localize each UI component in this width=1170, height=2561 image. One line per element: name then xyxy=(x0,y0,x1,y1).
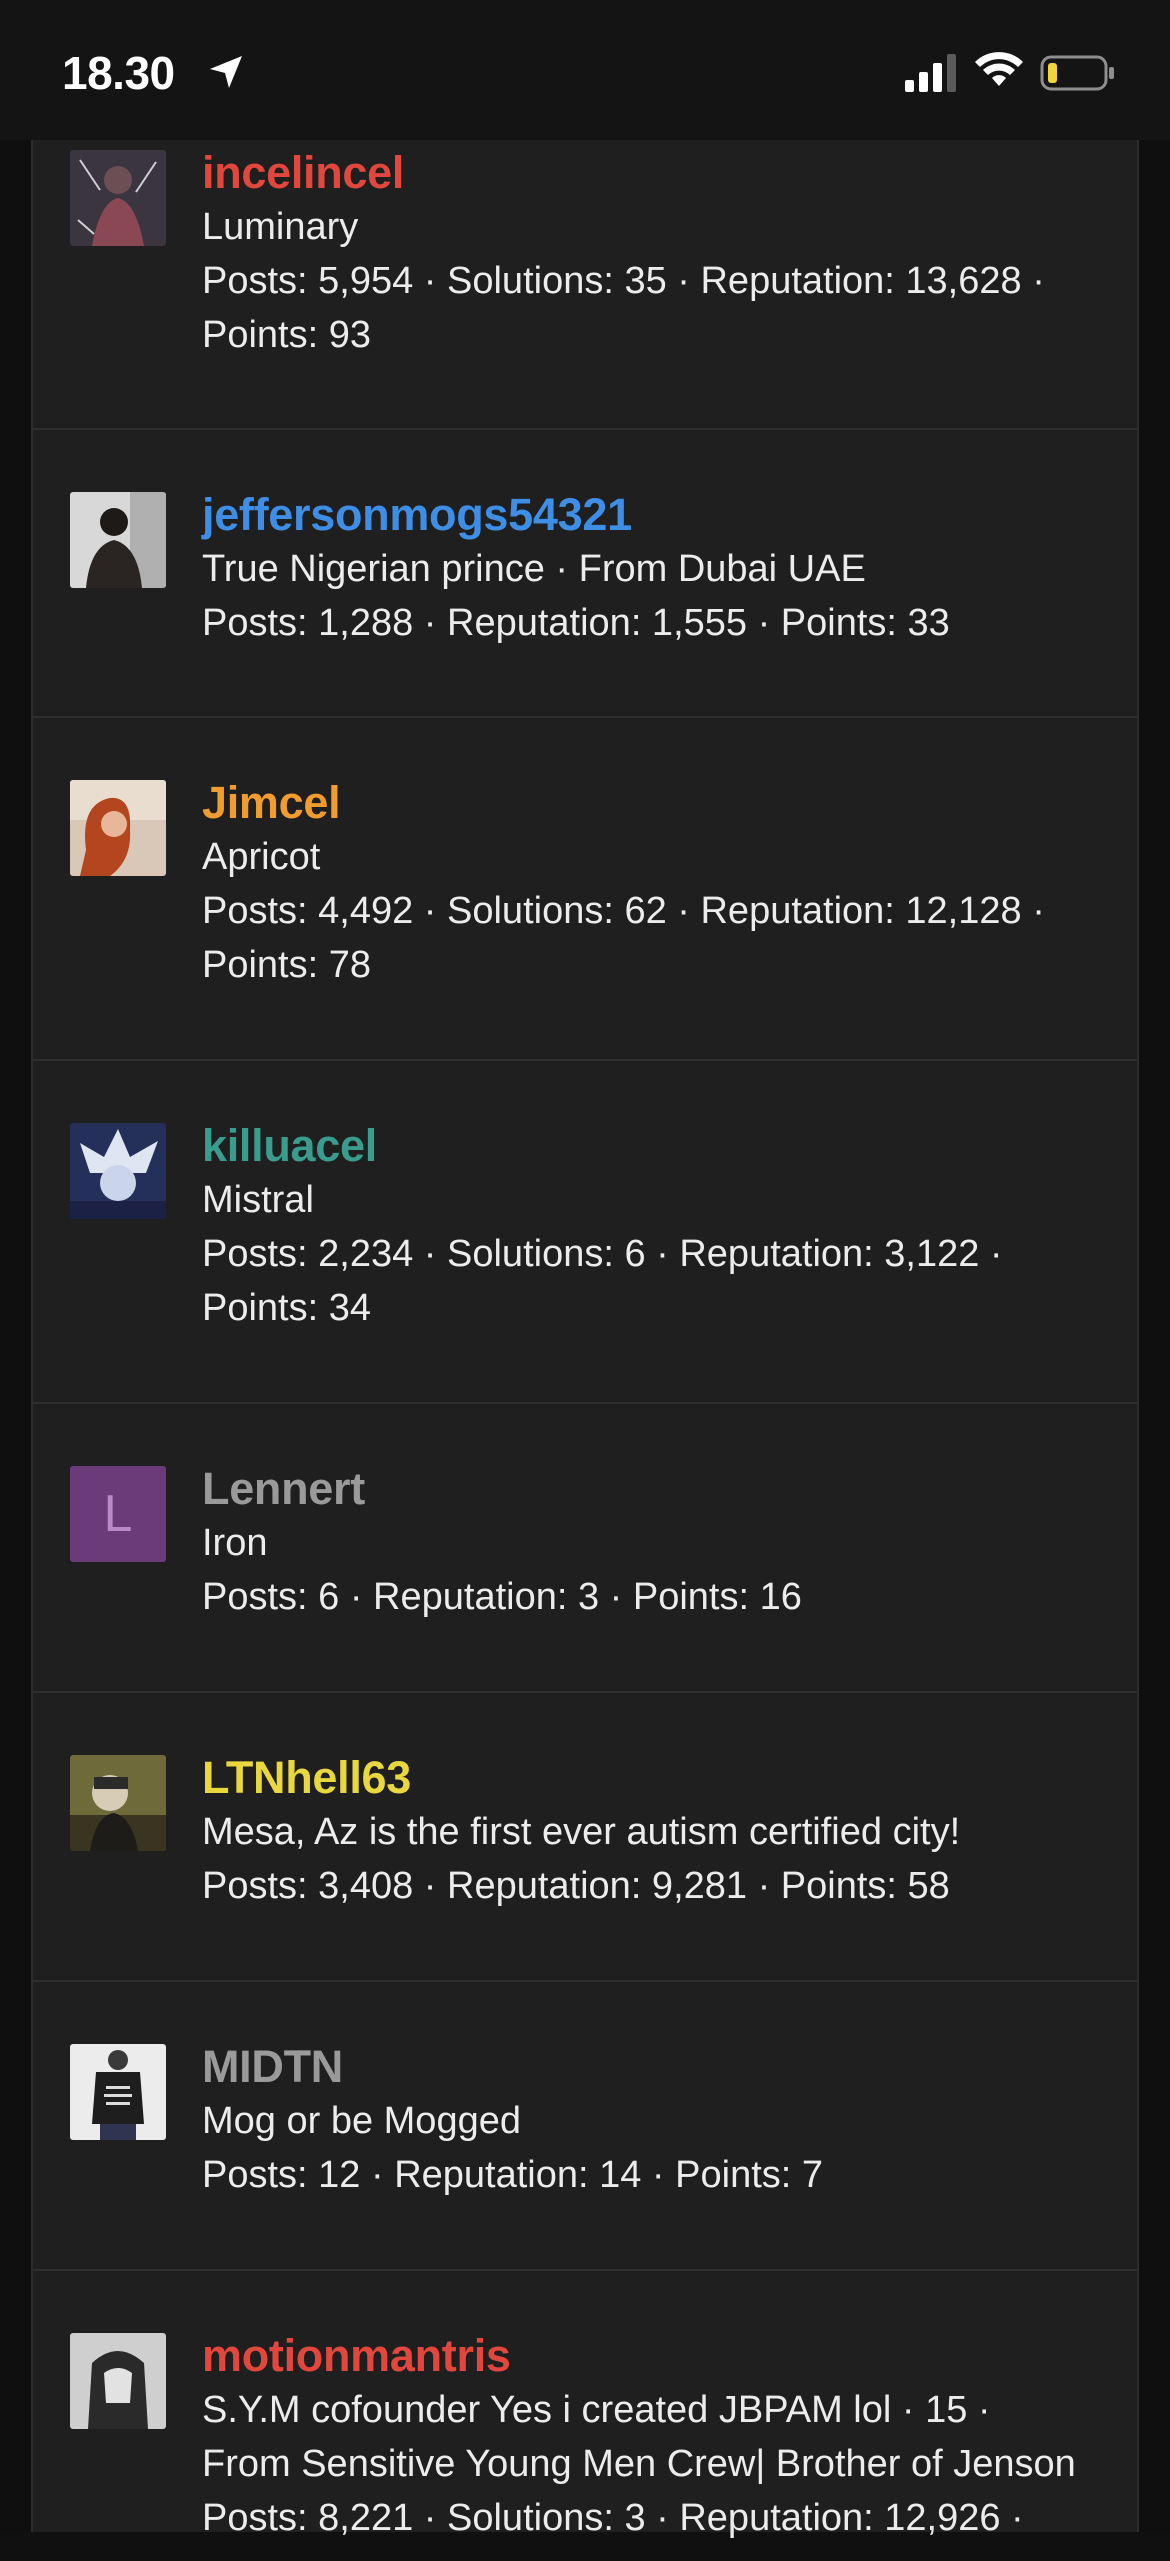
avatar[interactable] xyxy=(70,1755,166,1851)
member-stats: Posts: 2,234 · Solutions: 6 · Reputation… xyxy=(202,1233,1003,1275)
member-username[interactable]: Lennert xyxy=(202,1462,1107,1516)
member-username[interactable]: motionmantris xyxy=(202,2329,1107,2383)
member-row: incelincel Luminary Posts: 5,954 · Solut… xyxy=(33,140,1137,430)
avatar[interactable] xyxy=(70,2044,166,2140)
member-stats: Posts: 3,408 · Reputation: 9,281 · Point… xyxy=(202,1865,950,1907)
member-title: Mesa, Az is the first ever autism certif… xyxy=(202,1811,961,1853)
member-stats: Posts: 8,221 · Solutions: 3 · Reputation… xyxy=(202,2497,1024,2539)
members-page: incelincel Luminary Posts: 5,954 · Solut… xyxy=(0,140,1170,2539)
avatar[interactable]: L xyxy=(70,1466,166,1562)
member-stats: Posts: 1,288 · Reputation: 1,555 · Point… xyxy=(202,602,950,644)
member-title: True Nigerian prince · From Dubai UAE xyxy=(202,548,866,590)
avatar[interactable] xyxy=(70,2333,166,2429)
member-title: Mistral xyxy=(202,1179,314,1221)
member-row: LTNhell63 Mesa, Az is the first ever aut… xyxy=(33,1693,1137,1982)
member-list: incelincel Luminary Posts: 5,954 · Solut… xyxy=(31,140,1139,2539)
member-row: Jimcel Apricot Posts: 4,492 · Solutions:… xyxy=(33,718,1137,1061)
member-stats: Posts: 5,954 · Solutions: 35 · Reputatio… xyxy=(202,260,1045,302)
status-bar: 18.30 xyxy=(0,0,1170,140)
member-stats: Points: 93 xyxy=(202,314,371,356)
member-stats: Points: 78 xyxy=(202,944,371,986)
member-title: Luminary xyxy=(202,206,359,248)
member-title: S.Y.M cofounder Yes i created JBPAM lol … xyxy=(202,2389,991,2431)
member-username[interactable]: LTNhell63 xyxy=(202,1751,1107,1805)
member-username[interactable]: incelincel xyxy=(202,146,1107,200)
avatar[interactable] xyxy=(70,1123,166,1219)
member-title: From Sensitive Young Men Crew| Brother o… xyxy=(202,2443,1076,2485)
avatar-letter: L xyxy=(70,1466,166,1562)
member-username[interactable]: MIDTN xyxy=(202,2040,1107,2094)
member-row: killuacel Mistral Posts: 2,234 · Solutio… xyxy=(33,1061,1137,1404)
member-username[interactable]: killuacel xyxy=(202,1119,1107,1173)
member-row: L Lennert Iron Posts: 6 · Reputation: 3 … xyxy=(33,1404,1137,1693)
member-title: Mog or be Mogged xyxy=(202,2100,521,2142)
member-row: MIDTN Mog or be Mogged Posts: 12 · Reput… xyxy=(33,1982,1137,2271)
member-stats: Posts: 4,492 · Solutions: 62 · Reputatio… xyxy=(202,890,1045,932)
cellular-signal-icon xyxy=(905,54,956,92)
member-row: motionmantris S.Y.M cofounder Yes i crea… xyxy=(33,2271,1137,2561)
member-row: jeffersonmogs54321 True Nigerian prince … xyxy=(33,430,1137,718)
member-username[interactable]: jeffersonmogs54321 xyxy=(202,488,1107,542)
member-stats: Posts: 12 · Reputation: 14 · Points: 7 xyxy=(202,2154,824,2196)
wifi-icon xyxy=(975,52,1023,86)
location-arrow-icon xyxy=(210,56,242,88)
member-title: Apricot xyxy=(202,836,321,878)
member-title: Iron xyxy=(202,1522,268,1564)
avatar[interactable] xyxy=(70,150,166,246)
member-stats: Posts: 6 · Reputation: 3 · Points: 16 xyxy=(202,1576,802,1618)
member-stats: Points: 34 xyxy=(202,1287,371,1329)
avatar[interactable] xyxy=(70,492,166,588)
status-time: 18.30 xyxy=(62,47,175,99)
avatar[interactable] xyxy=(70,780,166,876)
member-username[interactable]: Jimcel xyxy=(202,776,1107,830)
battery-low-icon xyxy=(1040,55,1114,91)
